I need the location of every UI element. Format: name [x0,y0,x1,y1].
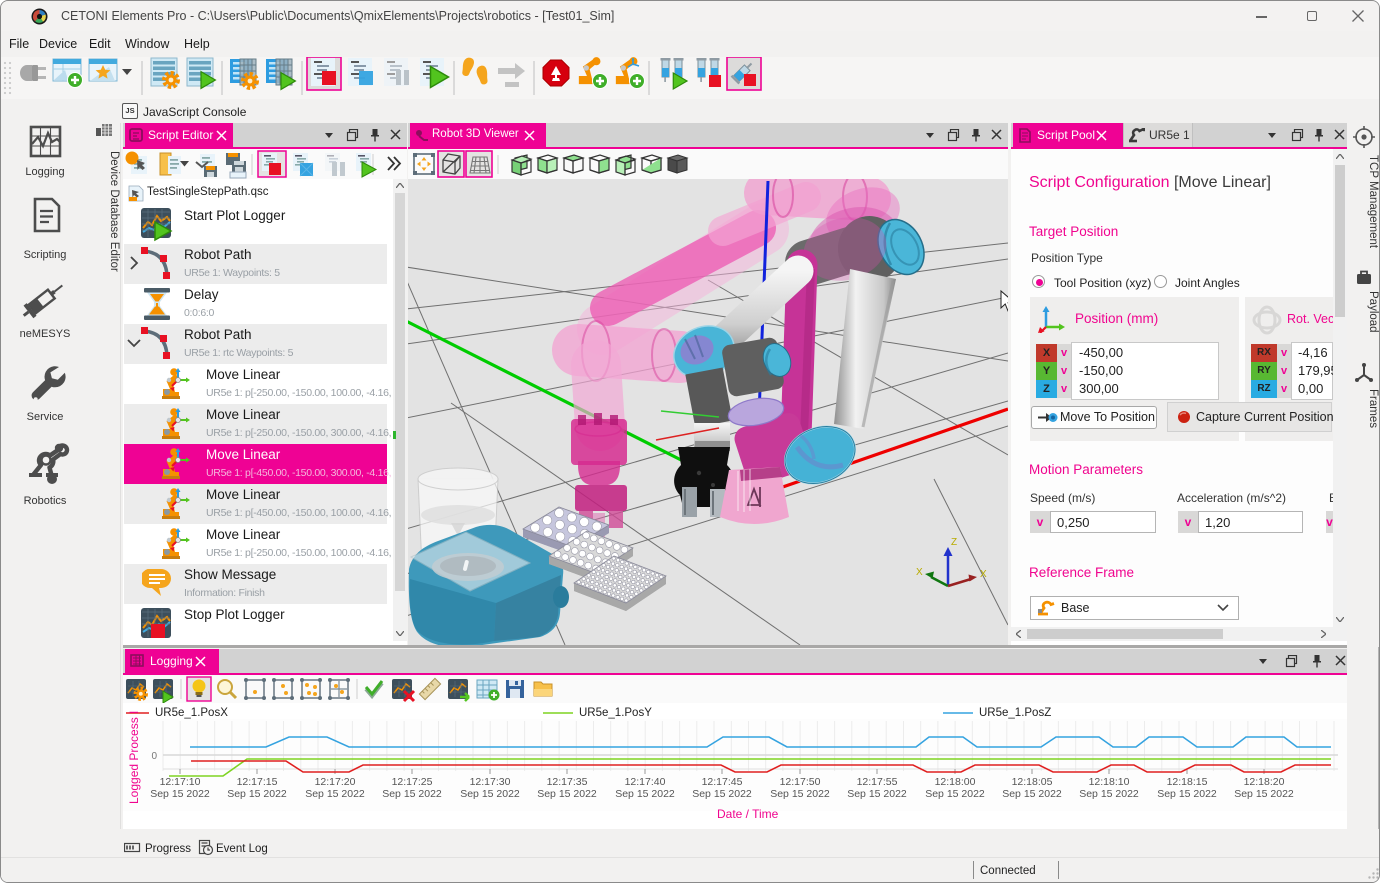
svg-text:Service: Service [27,411,64,423]
svg-text:12:17:40: 12:17:40 [625,776,666,788]
svg-text:TCP Management: TCP Management [1367,155,1379,249]
svg-text:Sep 15 2022: Sep 15 2022 [150,788,210,800]
svg-text:Sep 15 2022: Sep 15 2022 [1079,788,1139,800]
svg-text:Logging: Logging [25,166,64,178]
svg-text:Sep 15 2022: Sep 15 2022 [770,788,830,800]
svg-text:Device Database Editor: Device Database Editor [108,151,120,272]
svg-text:12:18:20: 12:18:20 [1244,776,1285,788]
svg-text:Sep 15 2022: Sep 15 2022 [692,788,752,800]
svg-text:12:17:35: 12:17:35 [547,776,588,788]
svg-text:Sep 15 2022: Sep 15 2022 [1157,788,1217,800]
svg-text:Sep 15 2022: Sep 15 2022 [537,788,597,800]
svg-text:Sep 15 2022: Sep 15 2022 [460,788,520,800]
svg-text:Sep 15 2022: Sep 15 2022 [382,788,442,800]
svg-text:12:17:15: 12:17:15 [237,776,278,788]
svg-text:Scripting: Scripting [24,249,67,261]
svg-text:Sep 15 2022: Sep 15 2022 [1002,788,1062,800]
svg-text:Sep 15 2022: Sep 15 2022 [847,788,907,800]
svg-text:12:17:20: 12:17:20 [315,776,356,788]
svg-text:12:17:55: 12:17:55 [857,776,898,788]
svg-text:Sep 15 2022: Sep 15 2022 [305,788,365,800]
svg-text:0: 0 [151,751,157,762]
svg-text:Sep 15 2022: Sep 15 2022 [227,788,287,800]
svg-text:Payload: Payload [1367,291,1379,333]
svg-text:12:18:00: 12:18:00 [935,776,976,788]
svg-text:12:18:10: 12:18:10 [1089,776,1130,788]
svg-text:Sep 15 2022: Sep 15 2022 [925,788,985,800]
svg-text:12:18:15: 12:18:15 [1167,776,1208,788]
svg-text:Progress: Progress [145,843,191,855]
svg-text:X: X [980,569,987,580]
svg-text:neMESYS: neMESYS [20,328,71,340]
svg-text:X: X [916,567,923,578]
svg-text:12:17:50: 12:17:50 [780,776,821,788]
svg-text:Frames: Frames [1367,389,1379,428]
svg-text:12:17:10: 12:17:10 [160,776,201,788]
svg-text:Sep 15 2022: Sep 15 2022 [615,788,675,800]
svg-text:Robotics: Robotics [24,495,67,507]
svg-text:12:17:25: 12:17:25 [392,776,433,788]
svg-text:12:17:45: 12:17:45 [702,776,743,788]
svg-text:Event Log: Event Log [216,843,268,855]
svg-text:Sep 15 2022: Sep 15 2022 [1234,788,1294,800]
svg-text:12:17:30: 12:17:30 [470,776,511,788]
svg-text:12:18:05: 12:18:05 [1012,776,1053,788]
svg-text:Z: Z [951,537,957,548]
